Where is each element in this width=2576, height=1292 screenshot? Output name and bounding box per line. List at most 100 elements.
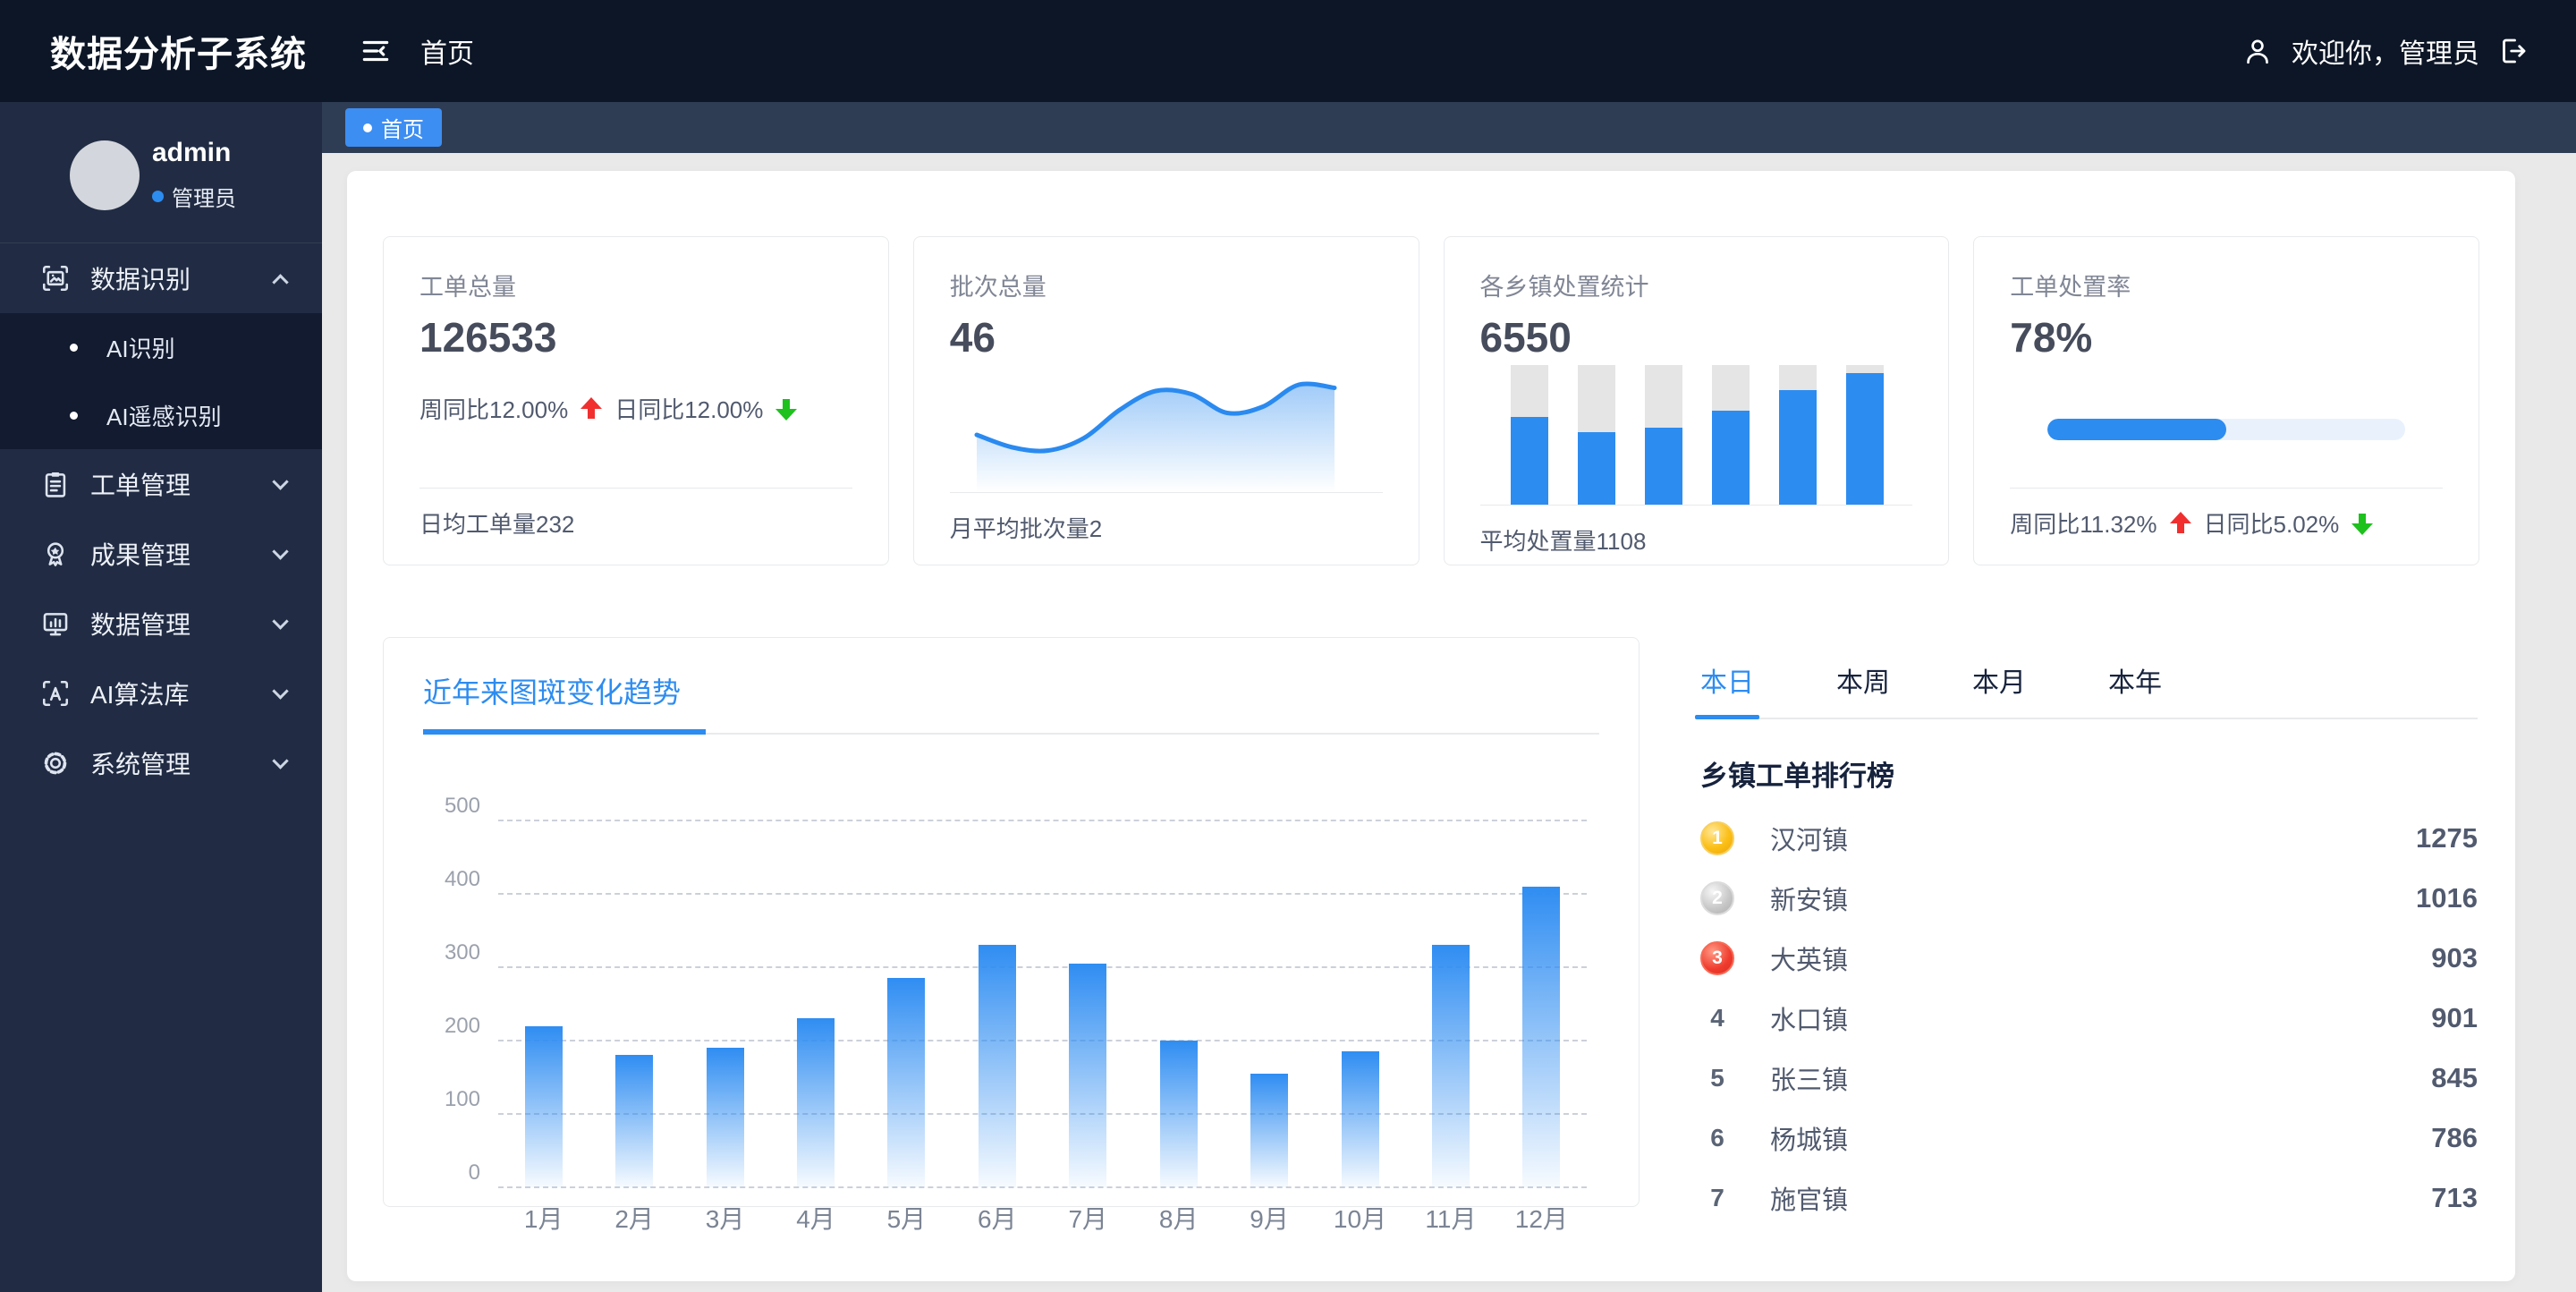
rank-tab-本日[interactable]: 本日: [1695, 660, 1759, 719]
day-trend-label: 日同比5.02%: [2203, 511, 2340, 538]
rank-town-name: 大英镇: [1770, 946, 1849, 975]
bar-slot-6月: [952, 945, 1042, 1187]
mini-bar-fill-3: [1644, 428, 1682, 505]
stat-card-disposal-rate: 工单处置率 78% 周同比11.32% 日同比5.02%: [1973, 236, 2479, 565]
x-tick-label: 11月: [1425, 1205, 1477, 1233]
bar-slot-1月: [498, 1026, 589, 1187]
tab-active-dot: [363, 123, 372, 132]
trend-bar-1月: [524, 1026, 563, 1187]
arrow-down-icon: [2351, 512, 2373, 535]
rank-row-2: 2 新安镇 1016: [1700, 868, 2478, 928]
sidebar-toggle-icon[interactable]: [356, 31, 395, 71]
rank-town-value: 845: [2431, 1061, 2478, 1093]
bar-slot-2月: [589, 1055, 679, 1187]
user-role: 管理员: [172, 187, 236, 211]
rank-town-name: 张三镇: [1770, 1066, 1849, 1095]
rank-row-1: 1 汉河镇 1275: [1700, 808, 2478, 868]
trend-bar-7月: [1069, 964, 1107, 1187]
bar-slot-3月: [680, 1048, 770, 1187]
disposal-rate-progress: [2047, 419, 2405, 440]
chevron-up-icon: [272, 273, 289, 291]
gear-icon: [40, 748, 71, 778]
trend-x-axis: 1月 2月 3月 4月 5月 6月 7月 8月 9月 10月 11月 12月: [498, 1200, 1587, 1236]
image-recognition-icon: [40, 263, 71, 293]
stat-value: 6550: [1479, 314, 1572, 361]
medal-icon: [40, 539, 71, 569]
rank-row-4: 4 水口镇 901: [1700, 988, 2478, 1048]
sidebar-item-数据识别[interactable]: 数据识别: [0, 243, 322, 313]
rank-tab-本月[interactable]: 本月: [1972, 660, 2026, 718]
trend-chart-title[interactable]: 近年来图斑变化趋势: [423, 670, 707, 735]
sidebar-user-block: admin 管理员: [0, 102, 322, 243]
bar-slot-5月: [861, 978, 952, 1187]
stat-title: 批次总量: [949, 274, 1046, 301]
mini-bar-fill-5: [1778, 390, 1817, 505]
sidebar-submenu: AI识别 AI遥感识别: [0, 313, 322, 449]
mini-bar-track-2: [1577, 365, 1615, 505]
bar-slot-9月: [1224, 1074, 1314, 1187]
sidebar-item-label: 数据管理: [90, 611, 191, 639]
sidebar-subitem-AI识别[interactable]: AI识别: [0, 313, 322, 381]
rank-town-name: 杨城镇: [1770, 1126, 1849, 1155]
sidebar-item-工单管理[interactable]: 工单管理: [0, 449, 322, 519]
chevron-down-icon: [272, 752, 289, 769]
arrow-down-icon: [775, 397, 797, 421]
rank-number: 7: [1710, 1183, 1724, 1211]
ranking-tabs: 本日 本周 本月 本年: [1695, 660, 2478, 719]
medal-gold-icon: 1: [1700, 820, 1734, 855]
rank-town-value: 713: [2431, 1181, 2478, 1213]
rank-tab-本年[interactable]: 本年: [2108, 660, 2162, 718]
y-tick-label: 100: [444, 1087, 480, 1111]
medal-red-icon: 3: [1700, 940, 1734, 975]
mini-bar-fill-2: [1577, 431, 1615, 505]
trend-bar-8月: [1159, 1041, 1198, 1187]
welcome-text: 欢迎你，管理员: [2292, 39, 2479, 69]
stat-title: 工单处置率: [2010, 274, 2131, 301]
rank-town-value: 786: [2431, 1121, 2478, 1153]
x-tick-label: 2月: [614, 1205, 654, 1233]
rank-number: 6: [1710, 1123, 1724, 1152]
x-tick-label: 1月: [523, 1205, 564, 1233]
x-tick-label: 9月: [1250, 1205, 1289, 1233]
arrow-up-icon: [2169, 511, 2191, 535]
rank-tab-本周[interactable]: 本周: [1836, 660, 1890, 718]
rank-town-value: 903: [2431, 941, 2478, 973]
sidebar-item-label: 数据识别: [90, 266, 191, 293]
bullet-icon: [70, 343, 78, 352]
data-monitor-icon: [40, 608, 71, 639]
stat-card-batches: 批次总量 46 月平均批次量2: [912, 236, 1419, 565]
sidebar-item-系统管理[interactable]: 系统管理: [0, 728, 322, 798]
bar-slot-8月: [1133, 1041, 1224, 1187]
logout-icon[interactable]: [2497, 35, 2529, 67]
sidebar-item-成果管理[interactable]: 成果管理: [0, 519, 322, 589]
trend-bar-10月: [1341, 1051, 1379, 1187]
mini-bar-fill-4: [1711, 411, 1750, 505]
sidebar-item-AI算法库[interactable]: AI算法库: [0, 659, 322, 728]
username: admin: [152, 138, 232, 167]
ai-library-icon: [40, 678, 71, 709]
trend-bar-5月: [887, 978, 926, 1187]
batch-trend-sparkline: [973, 367, 1383, 492]
y-tick-label: 0: [468, 1160, 480, 1185]
rank-town-name: 汉河镇: [1770, 826, 1849, 855]
x-tick-label: 3月: [705, 1205, 745, 1233]
nav-home-link[interactable]: 首页: [420, 31, 474, 71]
sidebar-subitem-label: AI遥感识别: [106, 403, 222, 430]
chevron-down-icon: [272, 612, 289, 630]
stat-footer: 平均处置量1108: [1479, 505, 1913, 557]
tabbar: 首页: [322, 102, 2576, 153]
trend-bar-4月: [796, 1018, 835, 1187]
tab-home[interactable]: 首页: [345, 108, 442, 147]
rank-row-5: 5 张三镇 845: [1700, 1048, 2478, 1108]
rank-row-6: 6 杨城镇 786: [1700, 1108, 2478, 1168]
rank-row-7: 7 施官镇 713: [1700, 1168, 2478, 1228]
sidebar-item-数据管理[interactable]: 数据管理: [0, 589, 322, 659]
ranking-panel: 本日 本周 本月 本年 乡镇工单排行榜 1 汉河镇 1275 2 新安镇 1016 3 大英镇 903…: [1661, 637, 2479, 1228]
rank-town-name: 新安镇: [1770, 886, 1849, 915]
chevron-down-icon: [272, 682, 289, 700]
x-tick-label: 5月: [886, 1205, 927, 1233]
stat-footer: 日均工单量232: [419, 488, 852, 540]
sidebar-item-label: 成果管理: [90, 541, 191, 569]
rank-number: 5: [1710, 1063, 1724, 1092]
sidebar-subitem-AI遥感识别[interactable]: AI遥感识别: [0, 381, 322, 449]
